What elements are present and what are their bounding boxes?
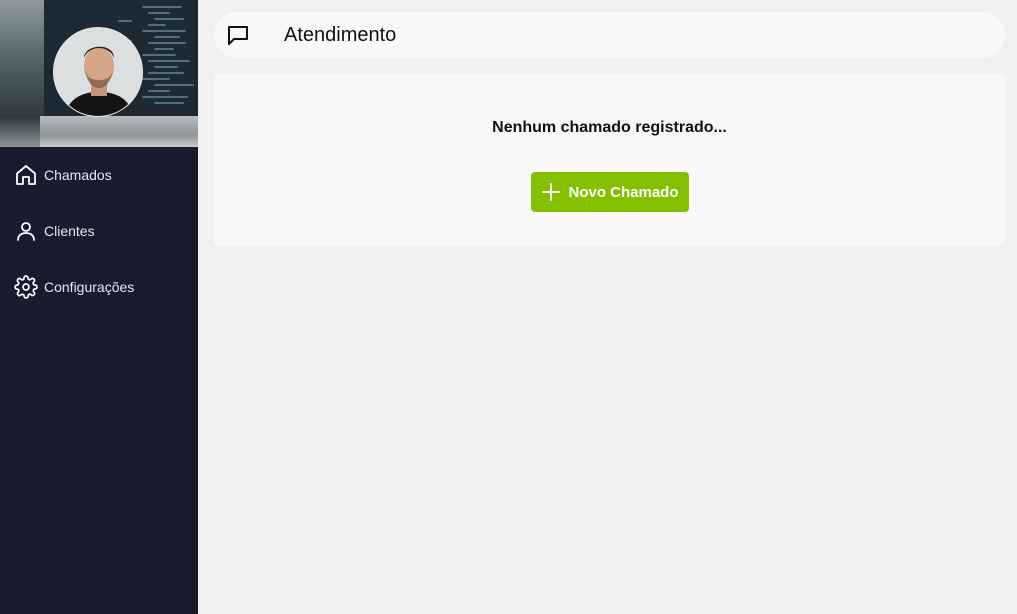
page-header: Atendimento [214,12,1005,58]
sidebar-item-configuracoes[interactable]: Configurações [0,259,198,315]
new-ticket-button-label: Novo Chamado [568,183,679,201]
sidebar-item-label: Clientes [44,223,95,239]
new-ticket-button[interactable]: Novo Chamado [531,172,689,212]
user-icon [14,219,38,243]
plus-icon [541,182,561,202]
chat-bubble-icon [226,23,250,47]
tickets-panel: Nenhum chamado registrado... Novo Chamad… [214,73,1005,246]
avatar-portrait-icon [54,28,142,116]
sidebar-item-label: Chamados [44,167,112,183]
sidebar-cover-image [0,0,198,147]
sidebar-item-label: Configurações [44,279,135,295]
sidebar-nav: Chamados Clientes Configurações [0,157,198,315]
user-avatar[interactable] [53,27,143,117]
sidebar-item-clientes[interactable]: Clientes [0,203,198,259]
sidebar: Chamados Clientes Configurações [0,0,198,614]
empty-state-message: Nenhum chamado registrado... [492,119,727,136]
page-title: Atendimento [284,23,397,46]
home-icon [14,163,38,187]
app: Chamados Clientes Configurações Atendime… [0,0,1017,614]
gear-icon [14,275,38,299]
sidebar-item-chamados[interactable]: Chamados [0,157,198,193]
